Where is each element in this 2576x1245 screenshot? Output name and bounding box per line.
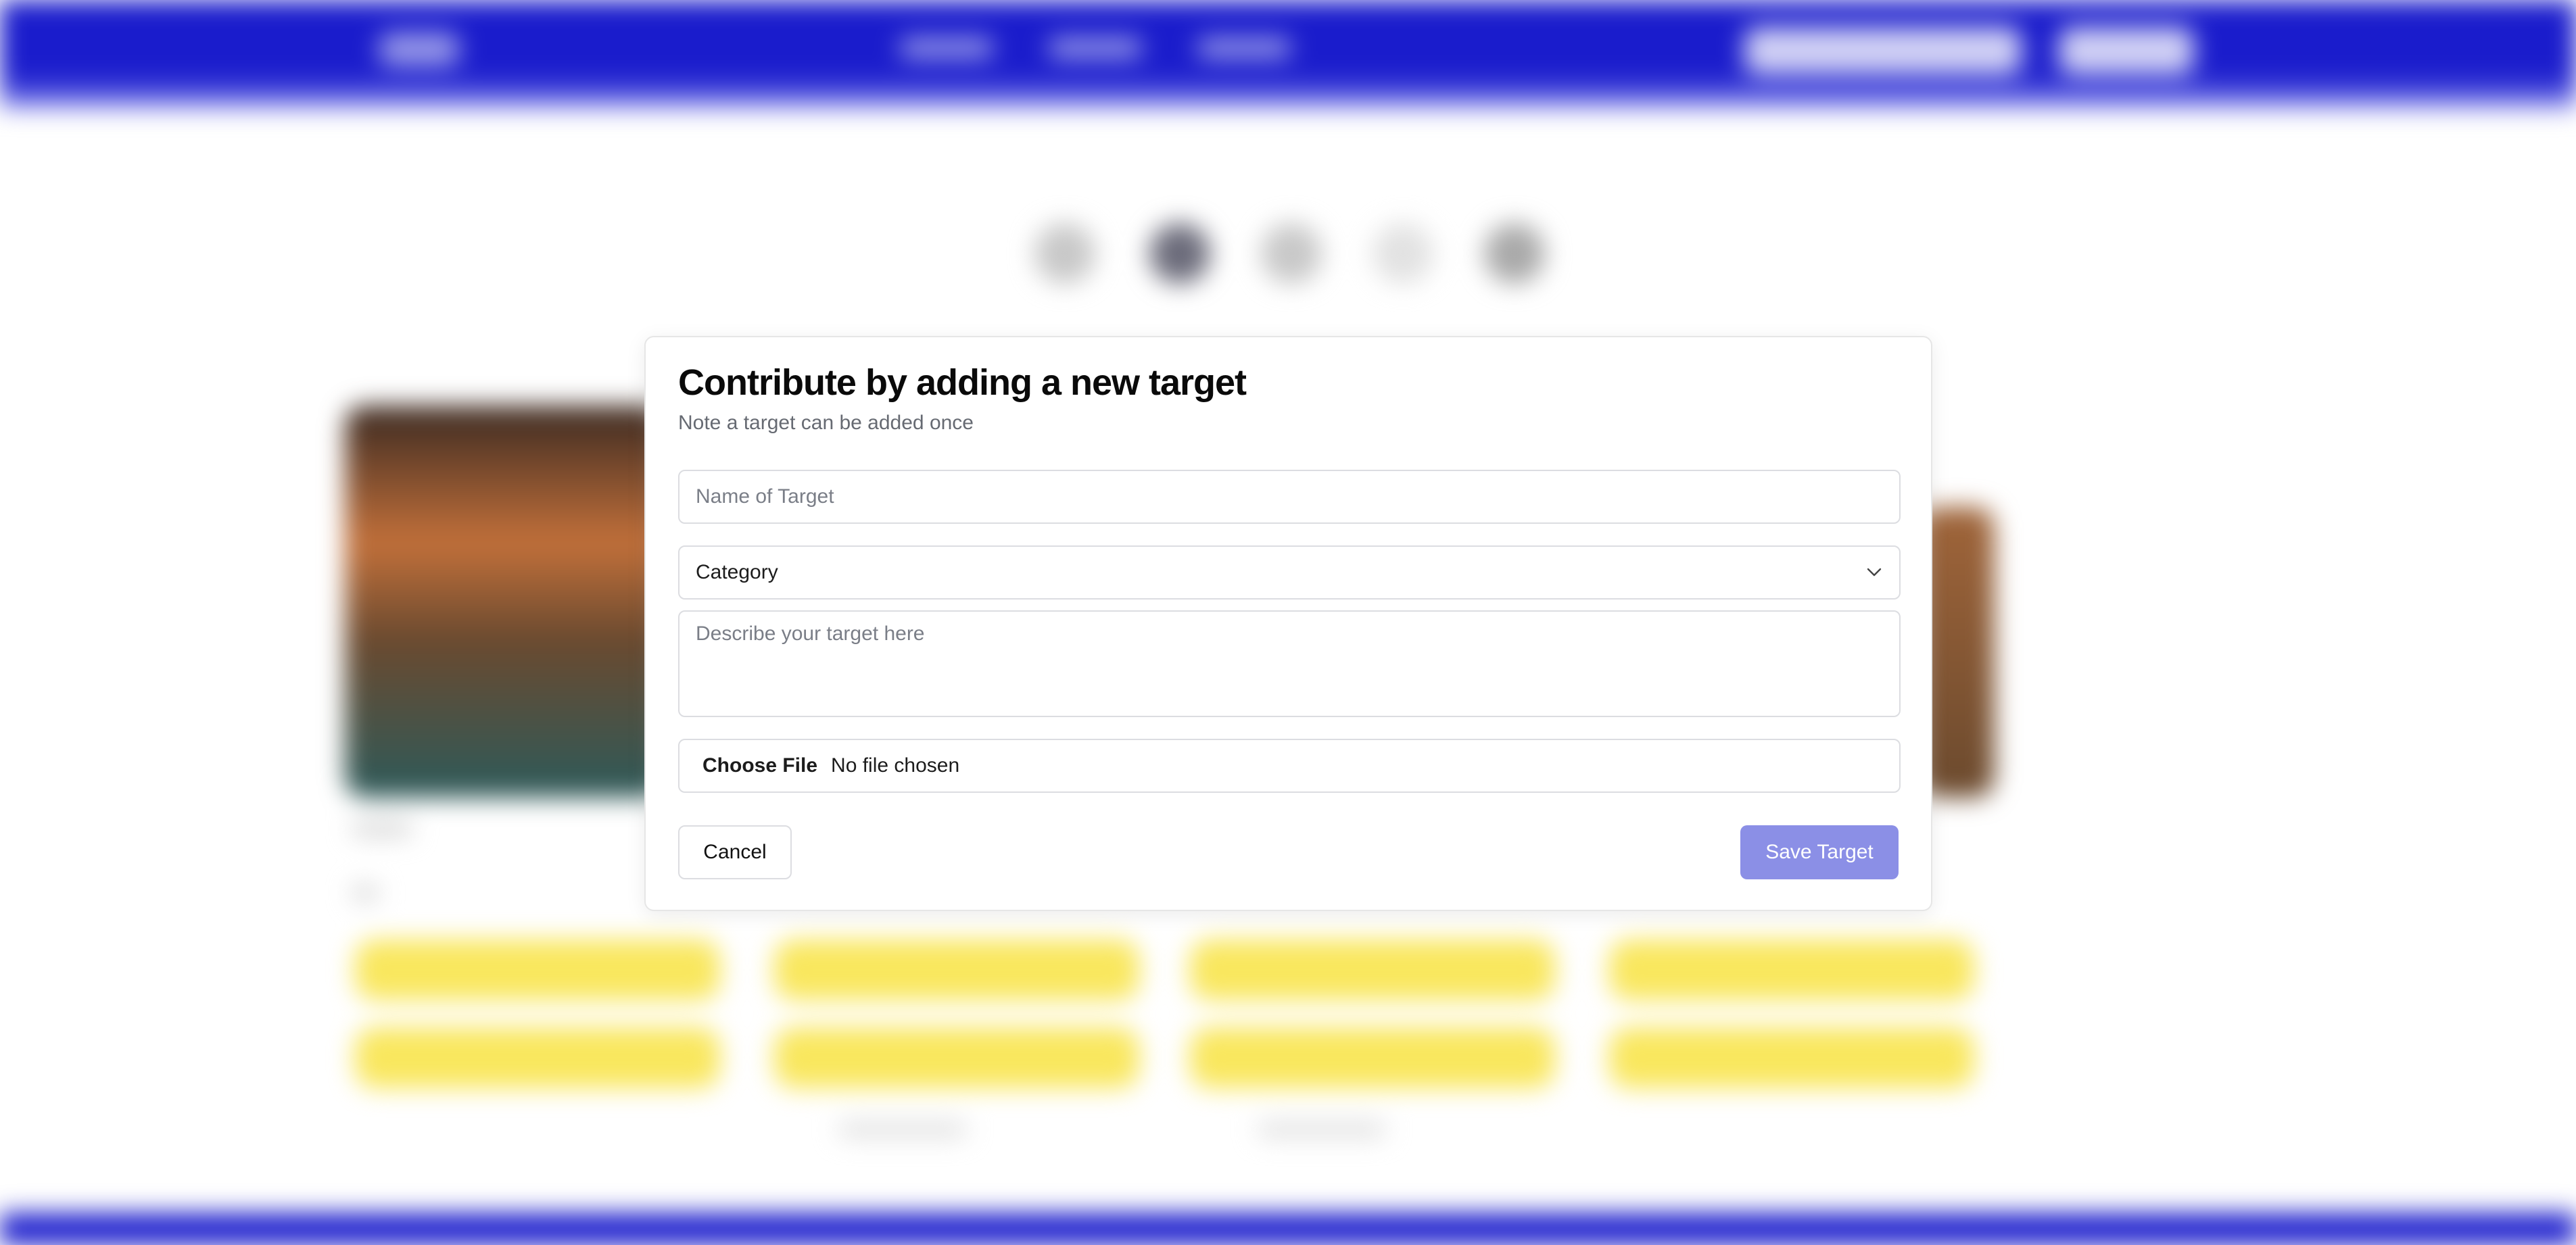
card-footer-text (838, 1122, 967, 1137)
category-circle (1373, 223, 1433, 284)
file-status-text: No file chosen (831, 754, 960, 777)
card-caption (352, 885, 379, 900)
target-name-input[interactable] (678, 470, 1901, 524)
footer-bar (0, 1213, 2576, 1245)
top-navigation-bar (0, 0, 2576, 108)
yellow-button (774, 939, 1139, 1000)
category-circle (1261, 223, 1322, 284)
card-footer-text (1258, 1122, 1386, 1137)
nav-link (899, 38, 994, 58)
yellow-button (1609, 1027, 1974, 1088)
modal-subtitle: Note a target can be added once (678, 412, 974, 434)
choose-file-button[interactable]: Choose File (702, 754, 817, 777)
modal-title: Contribute by adding a new target (678, 362, 1247, 403)
nav-link (1197, 38, 1291, 58)
yellow-button (1190, 1027, 1555, 1088)
card-image (345, 406, 663, 798)
card-caption (352, 821, 412, 836)
target-description-textarea[interactable] (678, 610, 1901, 717)
category-circle (1484, 223, 1545, 284)
nav-link (1048, 38, 1143, 58)
nav-search (1744, 27, 2022, 74)
add-target-modal: Contribute by adding a new target Note a… (644, 336, 1932, 911)
logo (379, 32, 460, 66)
yellow-button (355, 939, 720, 1000)
yellow-button (774, 1027, 1139, 1088)
save-target-button[interactable]: Save Target (1740, 825, 1899, 879)
chevron-down-icon (1865, 564, 1883, 581)
yellow-button (355, 1027, 720, 1088)
file-upload-field: Choose File No file chosen (678, 739, 1901, 793)
yellow-button (1190, 939, 1555, 1000)
category-select[interactable]: Category (678, 545, 1901, 600)
category-select-value: Category (696, 561, 778, 583)
cancel-button[interactable]: Cancel (678, 825, 792, 879)
category-circle (1149, 223, 1210, 284)
category-circle (1034, 223, 1095, 284)
yellow-button (1609, 939, 1974, 1000)
nav-button (2059, 27, 2194, 74)
